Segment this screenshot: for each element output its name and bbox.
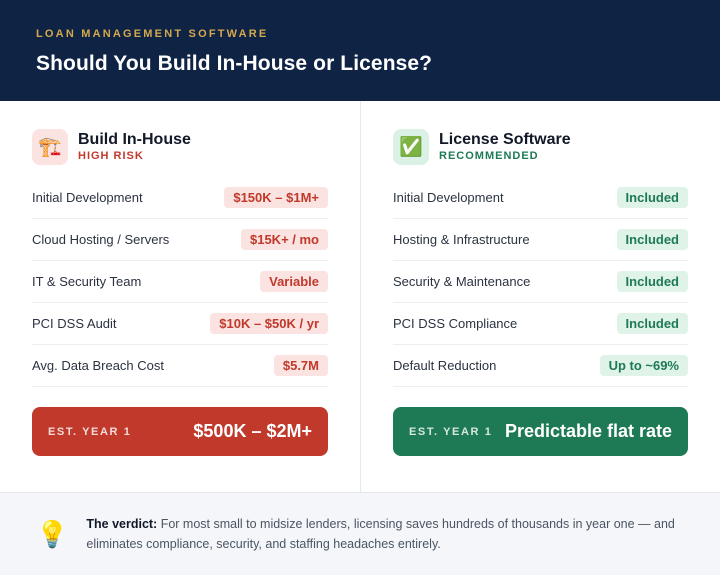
included-pill: Included	[616, 313, 688, 334]
comparison-card: LOAN MANAGEMENT SOFTWARE Should You Buil…	[0, 0, 720, 575]
row-label: Initial Development	[393, 190, 504, 205]
feature-row: Hosting & Infrastructure Included	[393, 219, 688, 261]
cost-pill: $5.7M	[273, 355, 328, 376]
build-title: Build In-House	[78, 131, 191, 148]
cost-pill: $10K – $50K / yr	[210, 313, 328, 334]
cost-row: Avg. Data Breach Cost $5.7M	[32, 345, 328, 387]
light-bulb-icon: 💡	[36, 518, 69, 549]
build-column: 🏗️ Build In-House HIGH RISK Initial Deve…	[0, 101, 360, 492]
license-total-bar: EST. YEAR 1 Predictable flat rate	[393, 407, 688, 456]
verdict-panel: 💡 The verdict: For most small to midsize…	[0, 492, 720, 575]
cost-pill: Variable	[260, 271, 328, 292]
cost-row: Initial Development $150K – $1M+	[32, 177, 328, 219]
header: LOAN MANAGEMENT SOFTWARE Should You Buil…	[0, 0, 720, 101]
included-pill: Included	[616, 271, 688, 292]
row-label: PCI DSS Compliance	[393, 316, 518, 331]
license-column-header: ✅ License Software RECOMMENDED	[393, 129, 688, 165]
total-label: EST. YEAR 1	[48, 425, 132, 438]
row-label: Avg. Data Breach Cost	[32, 358, 164, 373]
row-label: Default Reduction	[393, 358, 497, 373]
license-total-value: Predictable flat rate	[504, 421, 672, 441]
cost-row: PCI DSS Audit $10K – $50K / yr	[32, 303, 328, 345]
build-total-value: $500K – $2M+	[193, 421, 312, 441]
included-pill: Included	[616, 187, 688, 208]
cost-row: IT & Security Team Variable	[32, 261, 328, 303]
feature-row: PCI DSS Compliance Included	[393, 303, 688, 345]
row-label: Initial Development	[32, 190, 143, 205]
verdict-body: For most small to midsize lenders, licen…	[86, 517, 675, 551]
verdict-text: The verdict: For most small to midsize l…	[86, 514, 684, 554]
row-label: Hosting & Infrastructure	[393, 232, 530, 247]
recommended-badge: RECOMMENDED	[439, 150, 539, 162]
feature-row: Initial Development Included	[393, 177, 688, 219]
construction-crane-icon: 🏗️	[32, 129, 68, 165]
license-column: ✅ License Software RECOMMENDED Initial D…	[360, 101, 720, 492]
row-label: IT & Security Team	[32, 274, 142, 289]
cost-pill: $150K – $1M+	[224, 187, 328, 208]
comparison-columns: 🏗️ Build In-House HIGH RISK Initial Deve…	[0, 101, 720, 492]
build-total-bar: EST. YEAR 1 $500K – $2M+	[32, 407, 328, 456]
feature-row: Default Reduction Up to ~69%	[393, 345, 688, 387]
row-label: PCI DSS Audit	[32, 316, 117, 331]
feature-row: Security & Maintenance Included	[393, 261, 688, 303]
license-title: License Software	[439, 131, 571, 148]
included-pill: Included	[616, 229, 688, 250]
row-label: Cloud Hosting / Servers	[32, 232, 170, 247]
header-kicker: LOAN MANAGEMENT SOFTWARE	[36, 28, 269, 40]
reduction-pill: Up to ~69%	[599, 355, 688, 376]
cost-row: Cloud Hosting / Servers $15K+ / mo	[32, 219, 328, 261]
check-mark-icon: ✅	[393, 129, 429, 165]
row-label: Security & Maintenance	[393, 274, 531, 289]
build-column-header: 🏗️ Build In-House HIGH RISK	[32, 129, 328, 165]
verdict-lead: The verdict:	[86, 517, 158, 531]
total-label: EST. YEAR 1	[409, 425, 493, 438]
risk-badge: HIGH RISK	[78, 150, 144, 162]
page-title: Should You Build In-House or License?	[36, 52, 433, 75]
cost-pill: $15K+ / mo	[240, 229, 328, 250]
